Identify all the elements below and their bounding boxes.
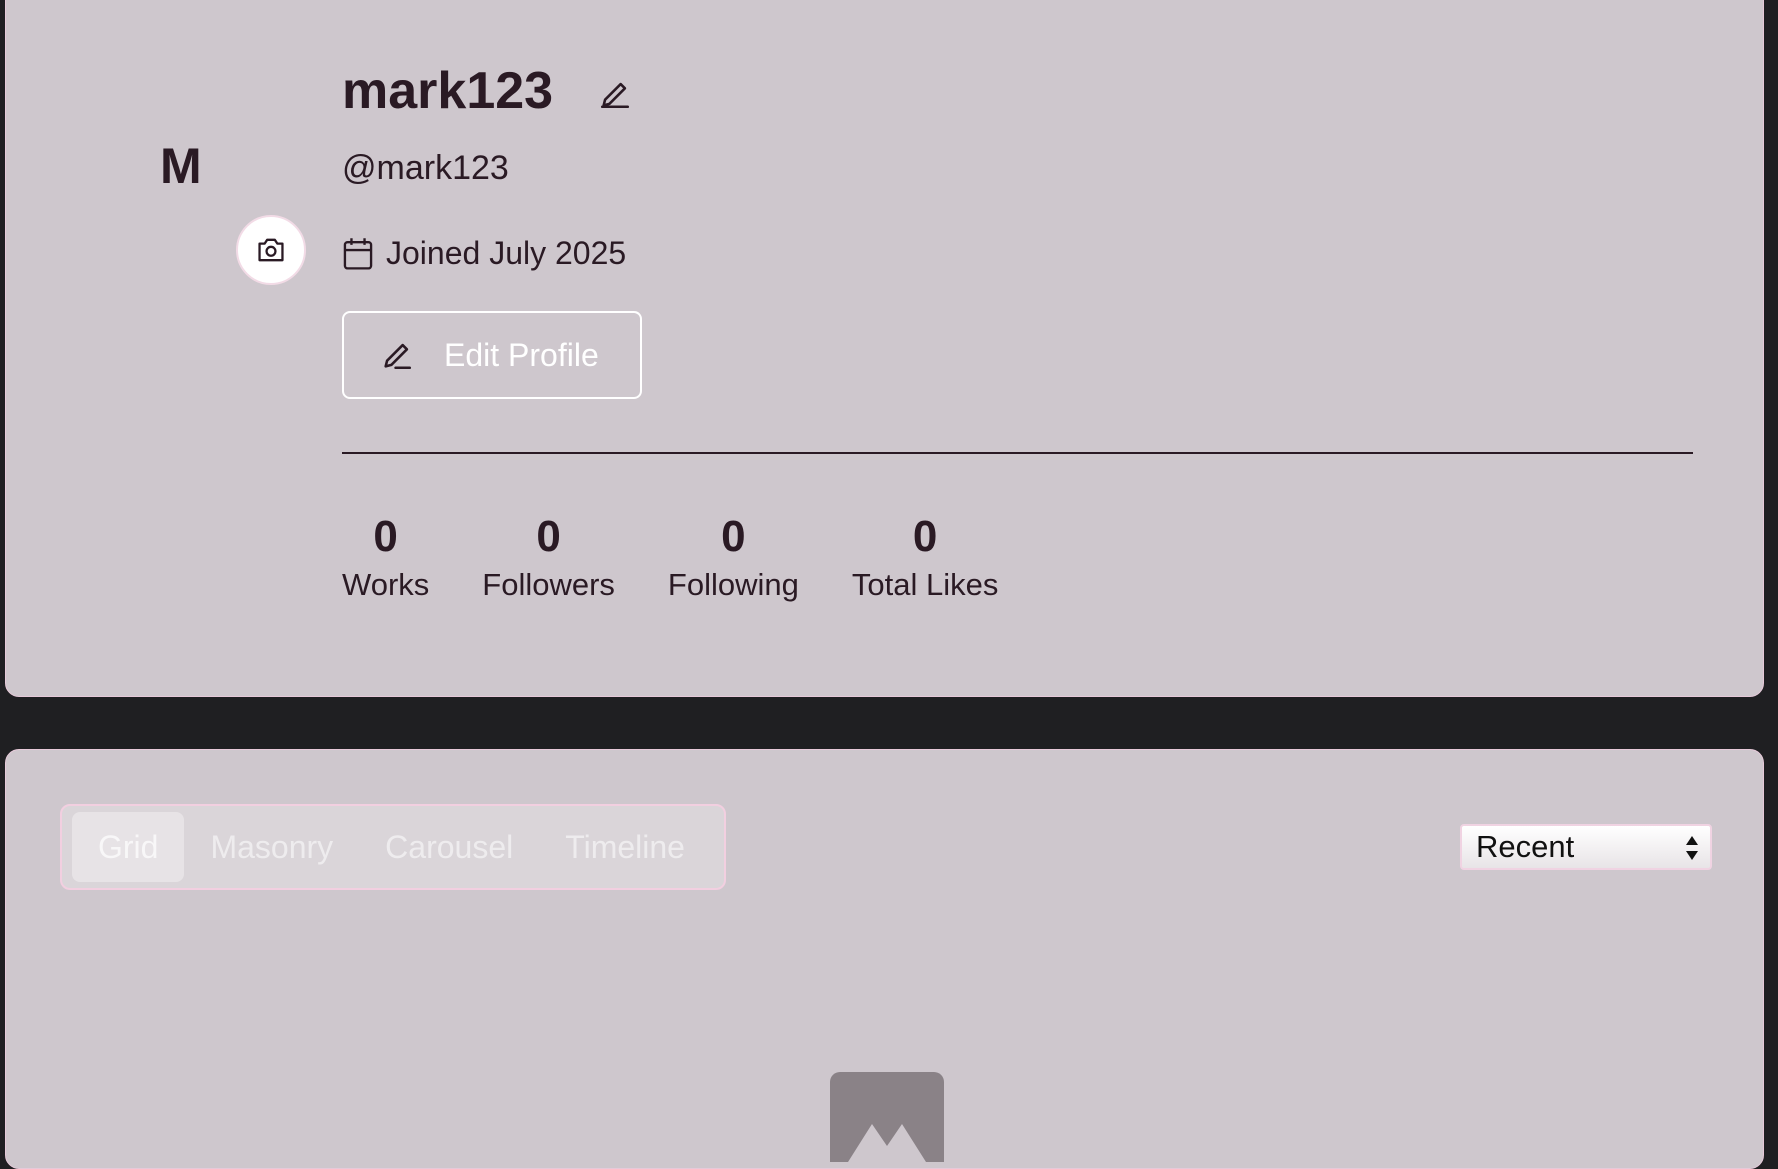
gallery-card: Grid Masonry Carousel Timeline Recent [5, 749, 1764, 1169]
tab-timeline[interactable]: Timeline [539, 812, 711, 882]
stat-followers[interactable]: 0 Followers [482, 509, 615, 605]
image-placeholder-icon [830, 1072, 944, 1162]
stat-value: 0 [536, 512, 561, 561]
stat-total-likes: 0 Total Likes [852, 509, 998, 605]
pencil-icon [384, 343, 412, 370]
stat-label: Following [667, 567, 799, 602]
view-mode-tabs: Grid Masonry Carousel Timeline [60, 804, 726, 890]
stat-label: Followers [482, 567, 615, 602]
avatar: M [160, 138, 202, 194]
select-arrows-icon [1686, 836, 1698, 860]
tab-grid[interactable]: Grid [72, 812, 185, 882]
change-avatar-button[interactable] [236, 215, 306, 285]
stat-following[interactable]: 0 Following [668, 509, 799, 605]
profile-stats: 0 Works 0 Followers 0 Following 0 Total … [342, 509, 998, 605]
stat-label: Works [342, 567, 430, 602]
profile-card: M mark123 @mark123 Joined July 2025 Edit… [5, 0, 1764, 697]
calendar-icon [343, 237, 373, 270]
joined-text: Joined July 2025 [386, 235, 627, 271]
sort-selected-value: Recent [1476, 829, 1575, 864]
camera-icon [258, 238, 284, 262]
divider [342, 452, 1693, 454]
edit-profile-label: Edit Profile [444, 336, 599, 373]
tab-masonry[interactable]: Masonry [184, 812, 359, 882]
tab-carousel[interactable]: Carousel [359, 812, 539, 882]
stat-works: 0 Works [342, 509, 429, 605]
pencil-icon[interactable] [598, 77, 632, 111]
stat-value: 0 [373, 512, 398, 561]
profile-handle: @mark123 [342, 149, 509, 187]
profile-username: mark123 [342, 62, 554, 120]
edit-profile-button[interactable]: Edit Profile [342, 311, 642, 399]
sort-select[interactable]: Recent [1460, 824, 1712, 870]
stat-label: Total Likes [851, 567, 999, 602]
image-placeholder-glyph [848, 1124, 926, 1162]
stat-value: 0 [912, 512, 938, 561]
joined-date: Joined July 2025 [342, 235, 626, 272]
stat-value: 0 [721, 512, 746, 561]
